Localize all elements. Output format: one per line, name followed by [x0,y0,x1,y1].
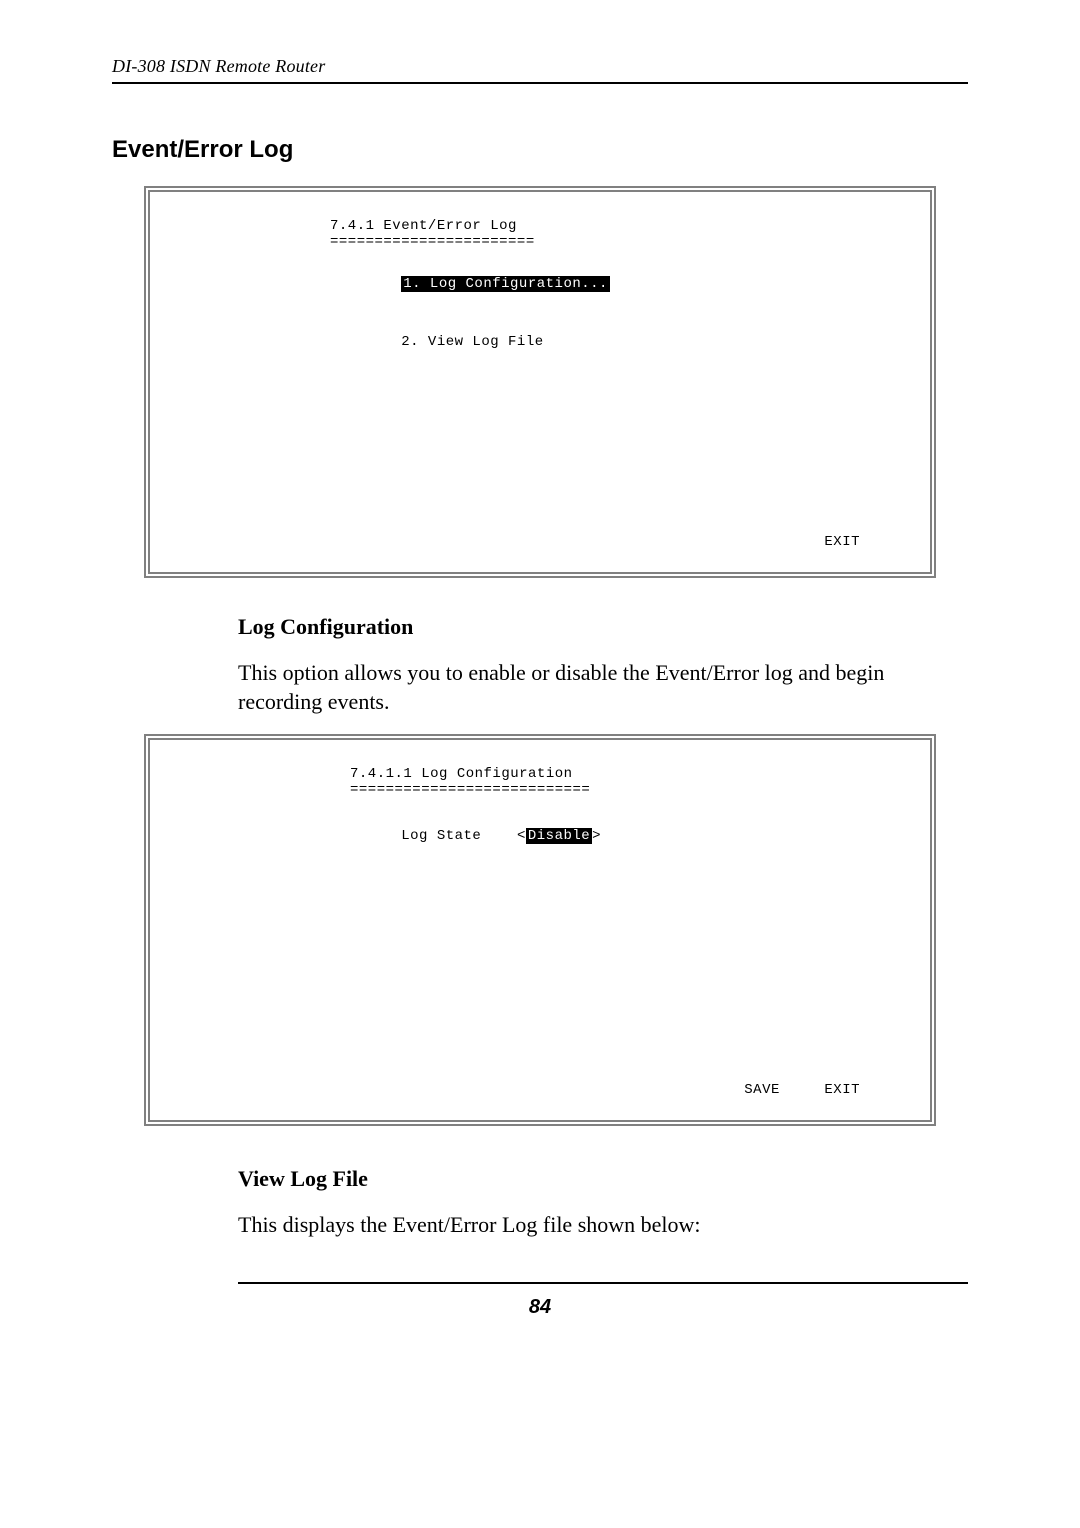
terminal-rule: =========================== [350,782,900,798]
page-number: 84 [0,1296,1080,1319]
menu-item-label: 2. View Log File [401,334,543,350]
header-rule [112,82,968,84]
footer-rule [238,1282,968,1284]
running-header: DI-308 ISDN Remote Router [112,56,968,77]
section-heading: Event/Error Log [112,136,293,164]
paragraph: This displays the Event/Error Log file s… [238,1210,968,1239]
subheading-log-configuration: Log Configuration [238,614,413,640]
field-row-log-state: Log State <Disable> [330,812,900,860]
terminal-screenshot-log-config: 7.4.1.1 Log Configuration ==============… [144,734,936,1126]
angle-close: > [592,828,601,844]
exit-button[interactable]: EXIT [824,534,860,550]
menu-item-label: 1. Log Configuration... [401,276,610,292]
terminal-screenshot-menu: 7.4.1 Event/Error Log ==================… [144,186,936,578]
angle-open: < [517,828,526,844]
terminal-title: 7.4.1.1 Log Configuration [350,766,900,782]
save-exit-buttons[interactable]: SAVE EXIT [744,1082,860,1098]
paragraph: This option allows you to enable or disa… [238,658,968,716]
terminal-rule: ======================= [330,234,900,250]
field-value[interactable]: Disable [526,828,592,844]
field-label: Log State [401,828,481,844]
subheading-view-log-file: View Log File [238,1166,368,1192]
menu-item-log-configuration[interactable]: 1. Log Configuration... [330,260,900,308]
terminal-title: 7.4.1 Event/Error Log [330,218,900,234]
menu-item-view-log-file[interactable]: 2. View Log File [330,318,900,366]
